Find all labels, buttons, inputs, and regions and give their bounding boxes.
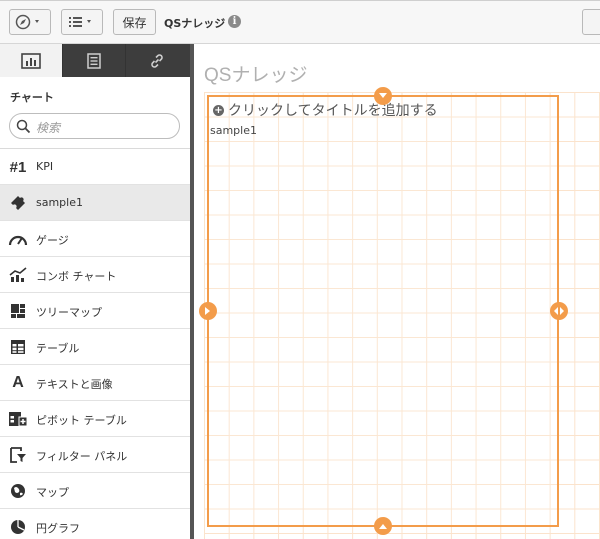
list-item-label: テキストと画像	[36, 378, 113, 391]
compass-icon	[15, 14, 39, 30]
list-item-label: フィルター パネル	[36, 450, 128, 463]
pie-chart-icon	[8, 518, 28, 536]
list-item-label: ゲージ	[36, 234, 69, 247]
resize-handle-left[interactable]	[199, 302, 217, 320]
pivot-table-icon	[8, 410, 28, 428]
arrows-horizontal-icon	[554, 307, 564, 315]
list-item-filter-pane[interactable]: フィルター パネル	[0, 437, 190, 473]
list-item-sample1[interactable]: sample1	[0, 185, 190, 221]
list-item-gauge[interactable]: ゲージ	[0, 221, 190, 257]
list-item-label: sample1	[36, 196, 83, 209]
sheet-title[interactable]: QSナレッジ	[204, 60, 307, 87]
info-icon[interactable]: i	[228, 15, 241, 28]
panel-tabs	[0, 44, 190, 77]
text-image-icon: A	[12, 374, 24, 391]
list-item-label: ピボット テーブル	[36, 414, 127, 427]
resize-handle-right[interactable]	[550, 302, 568, 320]
chart-list: #1 KPI sample1 ゲージ コンボ チャート ツリーマップ テーブル …	[0, 148, 190, 539]
search-icon	[16, 119, 31, 134]
panel-title: チャート	[10, 91, 54, 104]
puzzle-icon	[8, 194, 28, 212]
list-item-label: KPI	[36, 160, 54, 173]
gauge-icon	[8, 230, 28, 248]
table-icon	[8, 338, 28, 356]
bullet-list-icon	[69, 17, 91, 27]
list-item-label: ツリーマップ	[36, 306, 102, 319]
list-item-text-image[interactable]: A テキストと画像	[0, 365, 190, 401]
list-item-map[interactable]: マップ	[0, 473, 190, 509]
list-item-pie-chart[interactable]: 円グラフ	[0, 509, 190, 539]
list-item-kpi[interactable]: #1 KPI	[0, 149, 190, 185]
navigate-button[interactable]	[9, 9, 51, 35]
filter-pane-icon	[8, 446, 28, 464]
resize-handle-top[interactable]	[374, 87, 392, 105]
object-title-placeholder: クリックしてタイトルを追加する	[228, 103, 438, 119]
resize-handle-bottom[interactable]	[374, 517, 392, 535]
object-title[interactable]: + クリックしてタイトルを追加する	[213, 100, 438, 120]
list-item-treemap[interactable]: ツリーマップ	[0, 293, 190, 329]
app-title: QSナレッジ	[164, 17, 226, 30]
list-icon	[87, 52, 101, 69]
edit-button[interactable]	[582, 9, 600, 35]
object-content-label: sample1	[210, 124, 257, 137]
menu-button[interactable]	[61, 9, 103, 35]
search-placeholder: 検索	[36, 121, 61, 135]
kpi-icon: #1	[9, 158, 27, 176]
list-item-label: マップ	[36, 486, 69, 499]
tab-fields[interactable]	[62, 44, 125, 77]
sheet-canvas: QSナレッジ + クリックしてタイトルを追加する sample1	[194, 44, 600, 539]
arrow-up-icon	[379, 524, 387, 529]
arrow-down-icon	[379, 93, 387, 98]
tab-master-items[interactable]	[125, 44, 188, 77]
arrow-right-icon	[205, 307, 210, 315]
plus-icon: +	[213, 104, 224, 116]
asset-panel: チャート 検索 #1 KPI sample1 ゲージ コンボ チャート ツリーマ…	[0, 44, 190, 539]
list-item-table[interactable]: テーブル	[0, 329, 190, 365]
link-icon	[151, 53, 163, 68]
toolbar: 保存 QSナレッジ i	[0, 0, 600, 44]
save-button[interactable]: 保存	[113, 9, 156, 35]
list-item-pivot-table[interactable]: ピボット テーブル	[0, 401, 190, 437]
bar-chart-icon	[21, 52, 41, 69]
list-item-combo-chart[interactable]: コンボ チャート	[0, 257, 190, 293]
treemap-icon	[8, 302, 28, 320]
list-item-label: 円グラフ	[36, 522, 80, 535]
tab-charts[interactable]	[0, 44, 62, 77]
chart-object[interactable]: + クリックしてタイトルを追加する sample1	[207, 95, 559, 527]
search-input[interactable]: 検索	[9, 113, 180, 139]
list-item-label: コンボ チャート	[36, 270, 117, 283]
combo-chart-icon	[8, 266, 28, 284]
map-icon	[8, 482, 28, 500]
list-item-label: テーブル	[36, 342, 80, 355]
